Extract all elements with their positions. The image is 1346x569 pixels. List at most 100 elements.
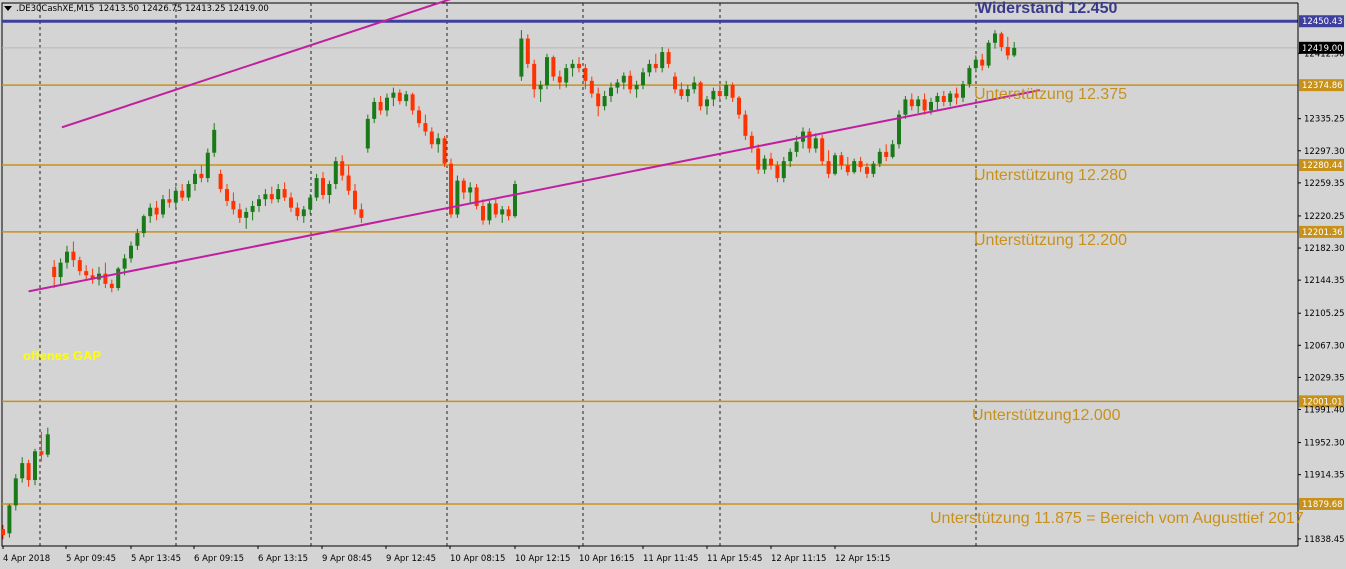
candle-bear	[397, 92, 402, 102]
price-tick-label: 12259.35	[1304, 179, 1345, 189]
candle-bull	[301, 209, 306, 217]
candle-bear	[596, 93, 601, 107]
candle-bear	[845, 165, 850, 173]
candle-bull	[660, 52, 665, 69]
candle-bull	[333, 161, 338, 184]
candle-bull	[116, 268, 121, 289]
candle-bear	[269, 194, 274, 200]
candle-bull	[903, 99, 908, 115]
candle-bear	[954, 93, 959, 98]
candle-bull	[391, 92, 396, 98]
candle-bull	[385, 97, 389, 111]
price-tick-label: 12412.50	[1304, 49, 1345, 59]
candle-bull	[641, 72, 645, 86]
candle-bear	[26, 463, 31, 481]
candle-bull	[7, 505, 12, 534]
candle-bear	[1, 529, 5, 536]
candle-bear	[77, 260, 82, 272]
symbol-label: .DE30CashXE,M15	[16, 4, 95, 14]
candle-bear	[295, 207, 300, 217]
candle-bull	[781, 161, 786, 179]
candle-bull	[519, 38, 524, 77]
candle-bear	[417, 110, 421, 124]
candle-bull	[813, 138, 818, 149]
candle-bear	[679, 89, 684, 97]
candle-bull	[257, 199, 261, 206]
candle-bull	[929, 101, 933, 111]
candle-bear	[628, 75, 633, 90]
symbol-bar[interactable]: .DE30CashXE,M15 12413.50 12426.75 12413.2…	[4, 4, 269, 17]
time-tick-label: 5 Apr 13:45	[131, 554, 181, 564]
candle-bear	[525, 38, 530, 64]
candle-bear	[583, 68, 588, 81]
ohlc-values: 12413.50 12426.75 12413.25 12419.00	[98, 4, 269, 14]
candle-bull	[513, 184, 517, 217]
candle-bear	[826, 161, 831, 174]
candle-bull	[961, 84, 965, 98]
candle-bear	[756, 148, 761, 170]
candle-bull	[161, 199, 165, 215]
price-chart[interactable]: 12450.4312419.0012412.5012374.8612335.25…	[0, 0, 1346, 569]
candle-bull	[45, 434, 50, 455]
candle-bull	[570, 63, 575, 69]
candle-bull	[129, 245, 133, 259]
candle-bull	[852, 161, 857, 173]
time-tick-label: 12 Apr 11:15	[771, 554, 826, 564]
candle-bear	[378, 101, 383, 111]
dropdown-icon[interactable]	[4, 6, 12, 11]
candle-bull	[500, 209, 505, 215]
candle-bull	[538, 85, 543, 90]
candle-bull	[973, 59, 978, 69]
candle-bull	[173, 190, 178, 203]
candle-bull	[186, 184, 191, 198]
candle-bear	[858, 161, 863, 168]
candle-bear	[423, 123, 428, 132]
candle-bear	[775, 165, 780, 179]
candle-bear	[109, 283, 114, 289]
candle-bear	[353, 190, 357, 210]
support-11875-annotation: Unterstützung 11.875 = Bereich vom Augus…	[930, 510, 1304, 527]
candle-bear	[653, 63, 658, 69]
candle-bear	[577, 63, 581, 69]
candle-bear	[154, 207, 159, 215]
support-price-label: 11879.68	[1302, 500, 1343, 510]
candle-bear	[769, 158, 773, 166]
candle-bull	[148, 207, 153, 217]
candle-bear	[52, 266, 57, 278]
candle-bull	[372, 101, 377, 119]
candle-bear	[493, 203, 498, 215]
support-12280-annotation: Unterstützung 12.280	[974, 167, 1127, 184]
support-price-label: 12201.36	[1302, 228, 1343, 238]
time-tick-label: 4 Apr 2018	[3, 554, 50, 564]
candle-bull	[705, 99, 709, 107]
candle-bear	[999, 33, 1004, 47]
candle-bull	[13, 478, 18, 506]
price-tick-label: 12297.30	[1304, 147, 1345, 157]
price-tick-label: 12029.35	[1304, 373, 1345, 383]
candle-bear	[673, 76, 677, 90]
candle-bull	[193, 173, 197, 184]
price-tick-label: 12182.30	[1304, 244, 1345, 254]
candle-bull	[993, 33, 997, 43]
candle-bear	[39, 451, 44, 455]
time-tick-label: 9 Apr 08:45	[322, 554, 372, 564]
candle-bull	[967, 68, 972, 85]
candle-bear	[557, 76, 562, 83]
candle-bull	[986, 42, 991, 66]
candle-bull	[487, 203, 492, 221]
time-tick-label: 12 Apr 15:15	[835, 554, 890, 564]
candle-bull	[365, 118, 370, 149]
candle-bull	[890, 144, 895, 157]
candle-bull	[141, 216, 146, 234]
candle-bull	[1012, 47, 1017, 56]
candle-bear	[839, 155, 844, 166]
price-tick-label: 12105.25	[1304, 309, 1345, 319]
candle-bear	[743, 114, 748, 136]
candle-bear	[167, 199, 172, 203]
candle-bear	[717, 90, 722, 97]
support-price-label: 12374.86	[1302, 81, 1343, 91]
candle-bull	[404, 94, 409, 102]
candle-bull	[455, 180, 460, 215]
candle-bull	[308, 197, 313, 210]
gap-annotation: offenes GAP	[23, 348, 101, 363]
